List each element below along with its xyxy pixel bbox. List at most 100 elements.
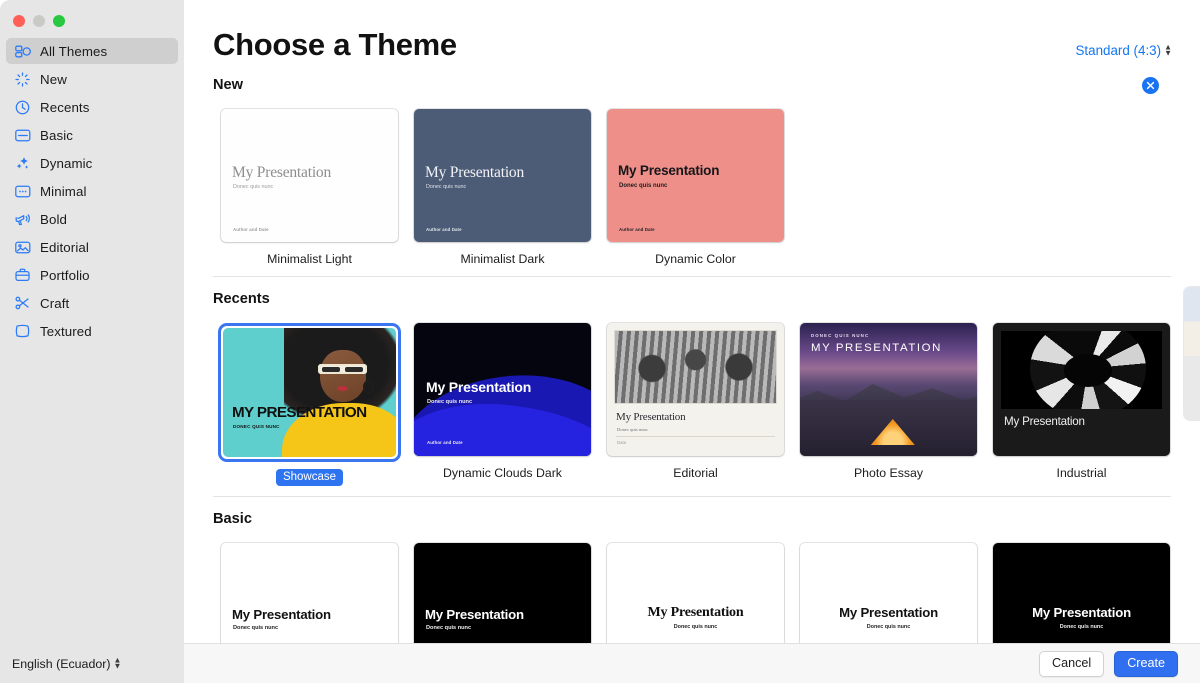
sidebar-item-new[interactable]: New (6, 66, 178, 92)
theme-name: Dynamic Color (655, 252, 736, 266)
aspect-ratio-select[interactable]: Standard (4:3) ▲▼ (1075, 43, 1172, 58)
theme-thumbnail-wrap[interactable]: My Presentation (993, 323, 1170, 456)
theme-card[interactable]: My Presentation Donec quis nunc (985, 543, 1178, 643)
cancel-button[interactable]: Cancel (1039, 651, 1104, 677)
slide-title: My Presentation (618, 163, 719, 178)
theme-card[interactable]: My Presentation Donec quis nunc Author a… (406, 323, 599, 486)
sidebar-item-bold[interactable]: Bold (6, 206, 178, 232)
section-divider (213, 276, 1171, 277)
chevron-updown-icon: ▲▼ (1164, 44, 1172, 56)
close-window-button[interactable] (13, 15, 25, 27)
slide-title: My Presentation (607, 605, 784, 621)
sidebar-item-label: Recents (40, 100, 89, 115)
theme-card[interactable]: My Presentation Donec quis nunc (599, 543, 792, 643)
texture-square-icon (14, 323, 31, 340)
main-panel: Choose a Theme Standard (4:3) ▲▼ New (184, 0, 1200, 683)
theme-card[interactable]: My Presentation Donec quis nunc (213, 543, 406, 643)
theme-card[interactable]: My Presentation Donec quis nunc Author a… (213, 109, 406, 266)
sidebar-item-minimal[interactable]: Minimal (6, 178, 178, 204)
sidebar-item-label: New (40, 72, 67, 87)
photo-icon (14, 239, 31, 256)
theme-name: Photo Essay (854, 466, 923, 480)
slide-title: MY PRESENTATION (232, 404, 366, 421)
dismiss-new-section-button[interactable] (1142, 77, 1159, 94)
section-header: Basic (213, 501, 1171, 537)
sidebar-item-label: Minimal (40, 184, 87, 199)
slide-subtitle: Donec quis nunc (426, 184, 466, 190)
sidebar-item-basic[interactable]: Basic (6, 122, 178, 148)
theme-scroll-area[interactable]: Choose a Theme Standard (4:3) ▲▼ New (184, 0, 1200, 643)
theme-thumbnail-wrap[interactable]: DONEC QUIS NUNC MY PRESENTATION (800, 323, 977, 456)
theme-name: Minimalist Light (267, 252, 352, 266)
all-themes-icon (14, 43, 31, 60)
decor-photo-frame (1001, 331, 1162, 409)
theme-card[interactable]: My Presentation Industrial (985, 323, 1178, 486)
sidebar-item-craft[interactable]: Craft (6, 290, 178, 316)
theme-thumbnail-wrap[interactable]: My Presentation Donec quis nunc Author a… (414, 323, 591, 456)
create-button[interactable]: Create (1114, 651, 1178, 677)
theme-thumbnail-partial[interactable] (1184, 287, 1200, 420)
maximize-window-button[interactable] (53, 15, 65, 27)
dialog-footer: Cancel Create (184, 643, 1200, 683)
theme-thumbnail: My Presentation Donec quis nunc (221, 543, 398, 643)
decor-gear-hub (1064, 354, 1112, 387)
theme-thumbnail: My Presentation Donec quis nunc Author a… (221, 109, 398, 242)
theme-thumbnail-wrap[interactable]: My Presentation Donec quis nunc Date (607, 323, 784, 456)
section-header: New (213, 67, 1171, 103)
theme-thumbnail: My Presentation Donec quis nunc Author a… (414, 323, 591, 456)
sidebar-item-all-themes[interactable]: All Themes (6, 38, 178, 64)
section-title: Basic (213, 511, 252, 527)
chevron-updown-icon: ▲▼ (113, 658, 121, 670)
slide-subtitle: Donec quis nunc (426, 625, 471, 631)
minimal-slide-icon (14, 183, 31, 200)
slide-subtitle: Donec quis nunc (617, 427, 648, 432)
theme-card[interactable]: My Presentation Donec quis nunc (792, 543, 985, 643)
slide-footer: Date (617, 440, 626, 445)
theme-thumbnail-wrap[interactable]: My Presentation Donec quis nunc (221, 543, 398, 643)
section-basic: Basic My Presentation Donec quis nunc (184, 501, 1200, 643)
slide-title: My Presentation (425, 164, 524, 182)
slide-title: My Presentation (426, 379, 531, 395)
sidebar-item-portfolio[interactable]: Portfolio (6, 262, 178, 288)
sidebar-item-editorial[interactable]: Editorial (6, 234, 178, 260)
sidebar-item-recents[interactable]: Recents (6, 94, 178, 120)
theme-card[interactable]: MY PRESENTATION DONEC QUIS NUNC Showcase (213, 323, 406, 486)
theme-name: Industrial (1057, 466, 1107, 480)
slide-subtitle: DONEC QUIS NUNC (811, 333, 869, 338)
theme-thumbnail-wrap[interactable]: My Presentation Donec quis nunc Author a… (607, 109, 784, 242)
language-label: English (Ecuador) (12, 657, 110, 671)
sidebar-item-label: Dynamic (40, 156, 92, 171)
theme-chooser-window: All Themes New Recents (0, 0, 1200, 683)
theme-thumbnail-wrap[interactable]: My Presentation Donec quis nunc Author a… (414, 109, 591, 242)
language-selector[interactable]: English (Ecuador) ▲▼ (0, 657, 184, 683)
theme-card[interactable]: My Presentation Donec quis nunc Date Edi… (599, 323, 792, 486)
section-divider (213, 496, 1171, 497)
sidebar-item-textured[interactable]: Textured (6, 318, 178, 344)
theme-thumbnail-wrap[interactable]: My Presentation Donec quis nunc (800, 543, 977, 643)
theme-thumbnail-wrap[interactable]: My Presentation Donec quis nunc (993, 543, 1170, 643)
theme-thumbnail-wrap[interactable]: My Presentation Donec quis nunc (414, 543, 591, 643)
theme-card[interactable]: My Presentation Donec quis nunc Author a… (599, 109, 792, 266)
sidebar: All Themes New Recents (0, 0, 184, 683)
theme-thumbnail-wrap[interactable]: My Presentation Donec quis nunc (607, 543, 784, 643)
slide-footer: Author and Date (426, 227, 462, 232)
sparkles-icon (14, 155, 31, 172)
sidebar-item-dynamic[interactable]: Dynamic (6, 150, 178, 176)
sidebar-item-label: Textured (40, 324, 92, 339)
theme-thumbnail-wrap[interactable]: My Presentation Donec quis nunc Author a… (221, 109, 398, 242)
theme-grid: MY PRESENTATION DONEC QUIS NUNC Showcase… (213, 317, 1171, 486)
decor-rule (616, 436, 775, 437)
theme-thumbnail: My Presentation Donec quis nunc (607, 543, 784, 643)
theme-card[interactable]: My Presentation Donec quis nunc (406, 543, 599, 643)
megaphone-icon (14, 211, 31, 228)
slide-title: My Presentation (616, 411, 685, 423)
slide-title: MY PRESENTATION (811, 342, 942, 354)
sidebar-item-label: Basic (40, 128, 73, 143)
sidebar-item-label: Bold (40, 212, 67, 227)
slide-subtitle: Donec quis nunc (233, 184, 273, 190)
theme-card[interactable]: My Presentation Donec quis nunc Author a… (406, 109, 599, 266)
slide-title: My Presentation (232, 164, 331, 182)
theme-thumbnail-wrap-selected[interactable]: MY PRESENTATION DONEC QUIS NUNC (218, 323, 401, 462)
theme-card[interactable]: DONEC QUIS NUNC MY PRESENTATION Photo Es… (792, 323, 985, 486)
minimize-window-button[interactable] (33, 15, 45, 27)
